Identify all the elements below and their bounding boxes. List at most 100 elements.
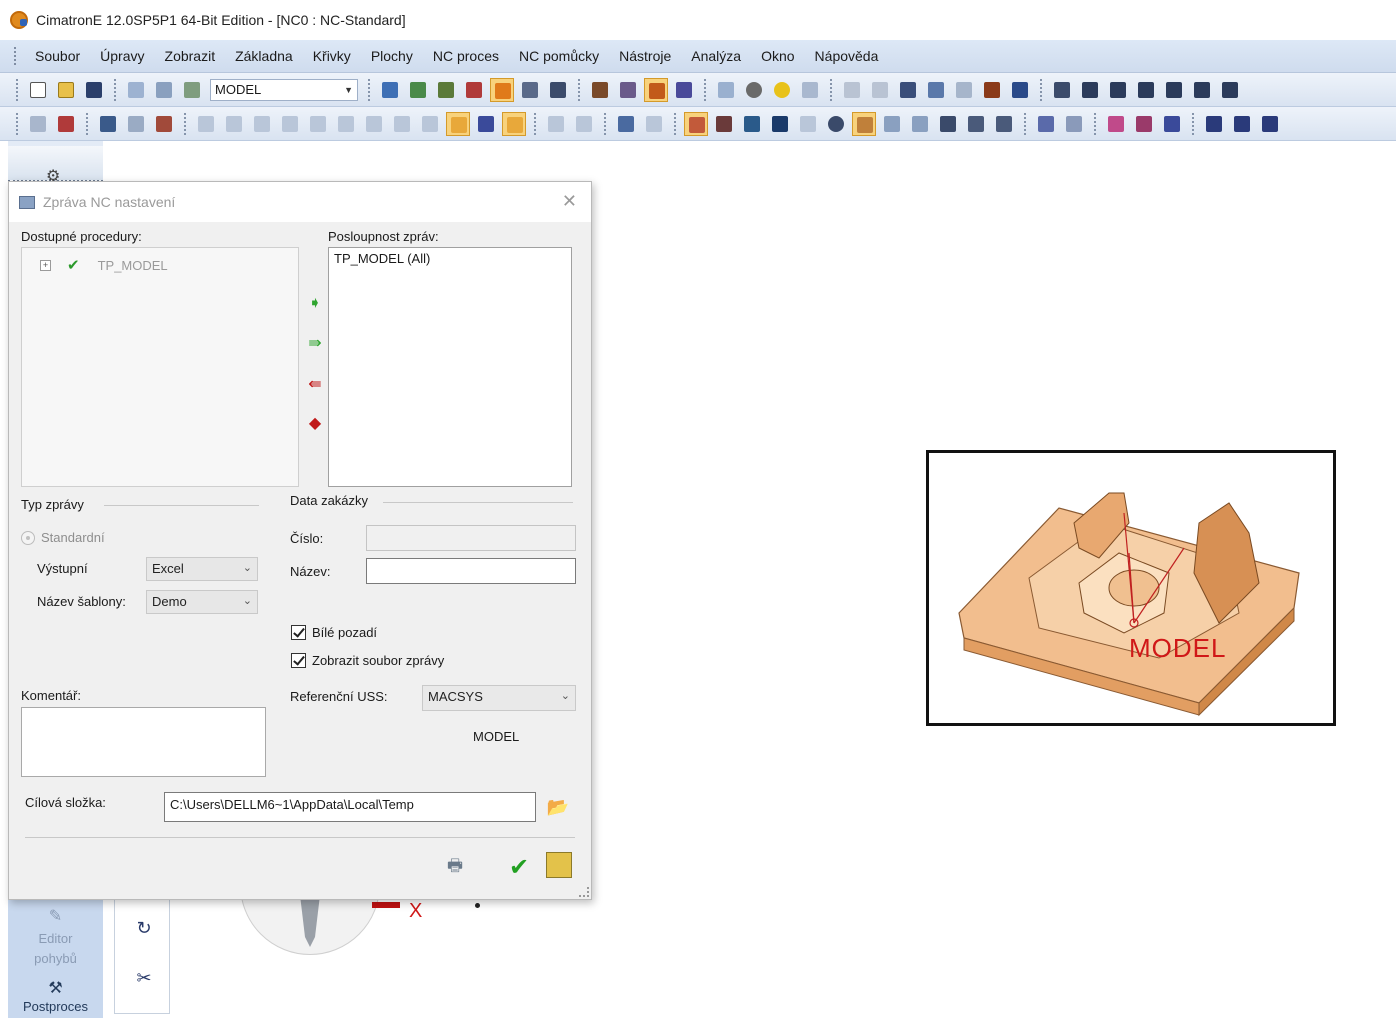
list-item[interactable]: TP_MODEL (All)	[334, 251, 430, 266]
nc-a3-icon[interactable]	[936, 112, 960, 136]
view-iso-icon[interactable]	[1050, 78, 1074, 102]
nc-info-icon[interactable]	[824, 112, 848, 136]
nc-highlight1-icon[interactable]	[446, 111, 470, 136]
output-select[interactable]: Excel ⌄	[146, 557, 258, 581]
nc-op8-icon[interactable]	[390, 112, 414, 136]
remove-one-arrow-icon[interactable]: ◆	[306, 415, 324, 433]
view-cube-icon[interactable]	[518, 78, 542, 102]
menu-soubor[interactable]: Soubor	[25, 44, 90, 68]
postprocess-label[interactable]: Postproces	[8, 999, 103, 1014]
exit-icon[interactable]	[546, 852, 572, 878]
report-sequence-list[interactable]: TP_MODEL (All)	[328, 247, 572, 487]
nc-op5-icon[interactable]	[306, 112, 330, 136]
layers-icon[interactable]	[896, 78, 920, 102]
menu-napoveda[interactable]: Nápověda	[805, 44, 889, 68]
render-icon[interactable]	[980, 78, 1004, 102]
nc-setup-icon[interactable]	[26, 112, 50, 136]
view-front-icon[interactable]	[1078, 78, 1102, 102]
menu-analyza[interactable]: Analýza	[681, 44, 751, 68]
reference-uss-select[interactable]: MACSYS ⌄	[422, 685, 576, 711]
nc-verify-icon[interactable]	[642, 112, 666, 136]
menu-nc-pomucky[interactable]: NC pomůcky	[509, 44, 609, 68]
model-tree-icon[interactable]	[124, 78, 148, 102]
available-procedures-list[interactable]: + ✔ TP_MODEL	[21, 247, 299, 487]
nc-pick-icon[interactable]	[96, 112, 120, 136]
menu-plochy[interactable]: Plochy	[361, 44, 423, 68]
light-settings-icon[interactable]	[798, 78, 822, 102]
nc-c1-icon[interactable]	[1104, 112, 1128, 136]
bulb-yellow-icon[interactable]	[770, 78, 794, 102]
view-box-icon[interactable]	[490, 77, 514, 102]
nc-table-icon[interactable]	[712, 112, 736, 136]
nc-d3-icon[interactable]	[1258, 112, 1282, 136]
nc-op6-icon[interactable]	[334, 112, 358, 136]
preview-report-icon[interactable]: 🖶	[440, 852, 470, 882]
menu-zobrazit[interactable]: Zobrazit	[155, 44, 226, 68]
nc-path-icon[interactable]	[614, 112, 638, 136]
arrow-left-icon[interactable]	[840, 78, 864, 102]
menu-nc-proces[interactable]: NC proces	[423, 44, 509, 68]
nc-a2-icon[interactable]	[908, 112, 932, 136]
number-field[interactable]	[366, 525, 576, 551]
standard-radio[interactable]	[21, 531, 35, 545]
probe-tool-icon[interactable]: ✂	[133, 968, 155, 990]
menu-zakladna[interactable]: Základna	[225, 44, 303, 68]
shaded-edges-icon[interactable]	[644, 77, 668, 102]
nc-op2-icon[interactable]	[222, 112, 246, 136]
wireframe-icon[interactable]	[616, 78, 640, 102]
nc-b1-icon[interactable]	[1034, 112, 1058, 136]
nc-c3-icon[interactable]	[1160, 112, 1184, 136]
motion-tool-icon[interactable]: ↻	[133, 918, 155, 940]
undo-view-icon[interactable]	[152, 78, 176, 102]
zoom-all-icon[interactable]	[378, 78, 402, 102]
motion-editor-label-2[interactable]: pohybů	[8, 951, 103, 966]
nc-list-icon[interactable]	[740, 112, 764, 136]
nc-op9-icon[interactable]	[418, 112, 442, 136]
comment-textarea[interactable]	[21, 707, 266, 777]
menu-okno[interactable]: Okno	[751, 44, 804, 68]
section-icon[interactable]	[952, 78, 976, 102]
pan-icon[interactable]	[406, 78, 430, 102]
resize-grip-icon[interactable]	[579, 887, 589, 897]
expand-plus-icon[interactable]: +	[40, 259, 51, 271]
view-dropdown-icon[interactable]	[546, 78, 570, 102]
nc-panel-icon[interactable]	[768, 112, 792, 136]
add-all-arrow-icon[interactable]: ⇛	[306, 335, 324, 353]
hidden-lines-icon[interactable]	[672, 78, 696, 102]
new-file-icon[interactable]	[26, 78, 50, 102]
bulb-icon[interactable]	[742, 78, 766, 102]
nc-sim2-icon[interactable]	[572, 112, 596, 136]
left-panel-tab[interactable]: ⚙	[8, 146, 103, 185]
template-select[interactable]: Demo ⌄	[146, 590, 258, 614]
open-folder-icon[interactable]	[54, 78, 78, 102]
nc-sim1-icon[interactable]	[544, 112, 568, 136]
move-icon[interactable]	[462, 78, 486, 102]
nc-a5-icon[interactable]	[992, 112, 1016, 136]
shade-icon[interactable]	[588, 78, 612, 102]
close-icon[interactable]: ✕	[562, 192, 577, 210]
nc-d2-icon[interactable]	[1230, 112, 1254, 136]
name-field[interactable]	[366, 558, 576, 584]
nc-select-icon[interactable]	[54, 112, 78, 136]
show-report-file-checkbox[interactable]	[291, 653, 306, 668]
white-background-checkbox[interactable]	[291, 625, 306, 640]
nc-report-icon[interactable]	[474, 112, 498, 136]
ok-check-icon[interactable]: ✔	[504, 852, 534, 882]
nc-c2-icon[interactable]	[1132, 112, 1156, 136]
nc-op7-icon[interactable]	[362, 112, 386, 136]
save-icon[interactable]	[82, 78, 106, 102]
menu-krivky[interactable]: Křivky	[303, 44, 361, 68]
view-right-icon[interactable]	[1134, 78, 1158, 102]
nc-highlight2-icon[interactable]	[502, 111, 526, 136]
nc-machine-icon[interactable]	[684, 111, 708, 136]
nc-a4-icon[interactable]	[964, 112, 988, 136]
nc-tool-lib-icon[interactable]	[852, 111, 876, 136]
measure-icon[interactable]	[714, 78, 738, 102]
model-set-icon[interactable]	[180, 78, 204, 102]
nc-b2-icon[interactable]	[1062, 112, 1086, 136]
dialog-title-bar[interactable]: Zpráva NC nastavení	[9, 182, 591, 222]
view-compass[interactable]	[240, 895, 380, 955]
target-folder-field[interactable]: C:\Users\DELLM6~1\AppData\Local\Temp	[164, 792, 536, 822]
motion-editor-label-1[interactable]: Editor	[8, 931, 103, 946]
rotate-icon[interactable]	[434, 78, 458, 102]
